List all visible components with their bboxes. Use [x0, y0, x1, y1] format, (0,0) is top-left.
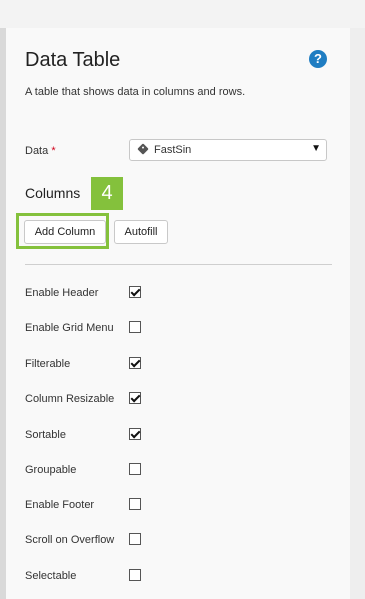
enable-grid-menu-checkbox[interactable]: [129, 321, 141, 333]
top-bar: [0, 0, 365, 29]
option-sortable: Sortable: [25, 428, 155, 444]
option-label: Filterable: [25, 358, 71, 370]
data-source-value: FastSin: [154, 144, 192, 156]
autofill-button[interactable]: Autofill: [114, 220, 168, 244]
panel-title: Data Table: [25, 49, 121, 71]
chevron-down-icon[interactable]: ▼: [311, 143, 321, 154]
option-label: Enable Footer: [25, 499, 95, 511]
groupable-checkbox[interactable]: [129, 463, 141, 475]
tag-icon: [137, 143, 149, 155]
option-label: Enable Grid Menu: [25, 322, 114, 334]
option-enable-grid-menu: Enable Grid Menu: [25, 321, 155, 337]
option-label: Selectable: [25, 570, 77, 582]
add-column-button[interactable]: Add Column: [24, 220, 106, 244]
right-gutter: [350, 28, 365, 599]
required-mark: *: [51, 145, 56, 157]
option-scroll-on-overflow: Scroll on Overflow: [25, 533, 155, 549]
column-resizable-checkbox[interactable]: [129, 392, 141, 404]
step-badge: 4: [91, 177, 123, 210]
selectable-checkbox[interactable]: [129, 569, 141, 581]
panel-description: A table that shows data in columns and r…: [25, 86, 246, 98]
columns-heading: Columns: [25, 185, 81, 201]
option-label: Enable Header: [25, 287, 99, 299]
option-selectable: Selectable: [25, 569, 155, 585]
option-enable-footer: Enable Footer: [25, 498, 155, 514]
sortable-checkbox[interactable]: [129, 428, 141, 440]
data-field-label: Data *: [25, 145, 56, 157]
section-divider: [25, 264, 332, 265]
enable-footer-checkbox[interactable]: [129, 498, 141, 510]
properties-panel: Data Table ? A table that shows data in …: [6, 28, 350, 599]
option-groupable: Groupable: [25, 463, 155, 479]
filterable-checkbox[interactable]: [129, 357, 141, 369]
option-label: Scroll on Overflow: [25, 534, 115, 546]
scroll-on-overflow-checkbox[interactable]: [129, 533, 141, 545]
data-source-select[interactable]: FastSin ▼: [129, 139, 327, 161]
option-column-resizable: Column Resizable: [25, 392, 155, 408]
help-icon[interactable]: ?: [309, 50, 327, 68]
option-enable-header: Enable Header: [25, 286, 155, 302]
data-label-text: Data: [25, 145, 49, 157]
option-filterable: Filterable: [25, 357, 155, 373]
option-label: Sortable: [25, 429, 66, 441]
enable-header-checkbox[interactable]: [129, 286, 141, 298]
option-label: Column Resizable: [25, 393, 115, 405]
option-label: Groupable: [25, 464, 77, 476]
